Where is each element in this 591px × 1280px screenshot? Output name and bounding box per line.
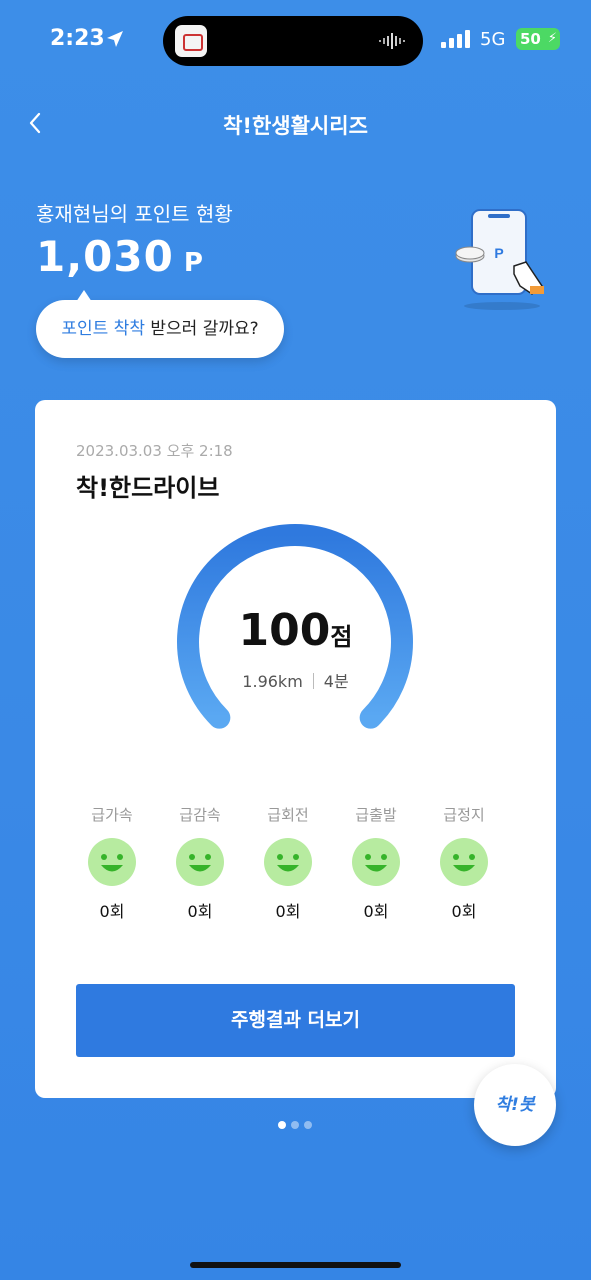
smiley-face-icon	[440, 838, 488, 886]
location-arrow-icon	[107, 31, 123, 47]
network-label: 5G	[480, 29, 506, 50]
event-count: 0회	[187, 902, 213, 921]
phone-p-letter: P	[494, 245, 503, 261]
event-label: 급가속	[91, 806, 133, 824]
app-icon	[175, 25, 207, 57]
phone-points-illustration: P	[455, 209, 544, 310]
carousel-dots	[278, 1121, 318, 1131]
carousel-dot[interactable]	[291, 1121, 299, 1129]
score-display: 100점	[35, 605, 556, 656]
view-more-results-button[interactable]: 주행결과 더보기	[76, 984, 515, 1057]
event-sharp-turn: 급회전 0회	[252, 804, 324, 922]
home-indicator[interactable]	[190, 1262, 401, 1268]
charging-bolt-icon: ⚡	[547, 31, 557, 46]
event-sudden-stop: 급정지 0회	[428, 804, 500, 922]
driving-events: 급가속 0회 급감속 0회 급회전 0회 급출발 0회 급정지 0회	[76, 804, 516, 924]
smiley-face-icon	[352, 838, 400, 886]
smiley-face-icon	[176, 838, 224, 886]
battery-indicator: 50 ⚡	[516, 28, 560, 50]
dynamic-island	[163, 16, 423, 66]
event-count: 0회	[451, 902, 477, 921]
event-label: 급감속	[179, 806, 221, 824]
event-sudden-start: 급출발 0회	[340, 804, 412, 922]
bubble-highlight: 포인트 착착	[61, 319, 145, 339]
points-value: 1,030 P	[36, 232, 204, 281]
event-count: 0회	[99, 902, 125, 921]
drive-title: 착!한드라이브	[76, 474, 220, 502]
trip-duration: 4분	[323, 672, 349, 691]
event-label: 급출발	[355, 806, 397, 824]
trip-info: 1.96km 4분	[35, 668, 556, 692]
event-count: 0회	[363, 902, 389, 921]
trip-divider	[312, 673, 314, 689]
event-label: 급회전	[267, 806, 309, 824]
points-prompt-bubble[interactable]: 포인트 착착 받으러 갈까요?	[36, 290, 284, 358]
score-value: 100	[238, 605, 331, 656]
page-title: 착!한생활시리즈	[223, 114, 368, 138]
chatbot-button[interactable]: 착!봇	[474, 1064, 556, 1146]
bubble-text: 받으러 갈까요?	[144, 319, 259, 339]
trip-distance: 1.96km	[242, 672, 303, 691]
smiley-face-icon	[88, 838, 136, 886]
status-time: 2:23	[50, 26, 105, 51]
drive-date: 2023.03.03 오후 2:18	[76, 442, 233, 460]
drive-result-card[interactable]: 2023.03.03 오후 2:18 착!한드라이브 100점 1.96km 4분…	[35, 400, 556, 1098]
event-label: 급정지	[443, 806, 485, 824]
event-sudden-decel: 급감속 0회	[164, 804, 236, 922]
audio-waveform-icon	[379, 33, 405, 49]
points-unit: P	[183, 248, 204, 278]
points-number: 1,030	[36, 232, 174, 281]
signal-bars-icon	[441, 30, 470, 48]
battery-level: 50	[520, 30, 541, 48]
smiley-face-icon	[264, 838, 312, 886]
carousel-dot[interactable]	[278, 1121, 286, 1129]
event-sudden-accel: 급가속 0회	[76, 804, 148, 922]
event-count: 0회	[275, 902, 301, 921]
score-unit: 점	[330, 623, 353, 651]
points-label: 홍재현님의 포인트 현황	[36, 202, 233, 226]
status-bar: 2:23 5G 50 ⚡	[0, 0, 591, 80]
carousel-dot[interactable]	[304, 1121, 312, 1129]
